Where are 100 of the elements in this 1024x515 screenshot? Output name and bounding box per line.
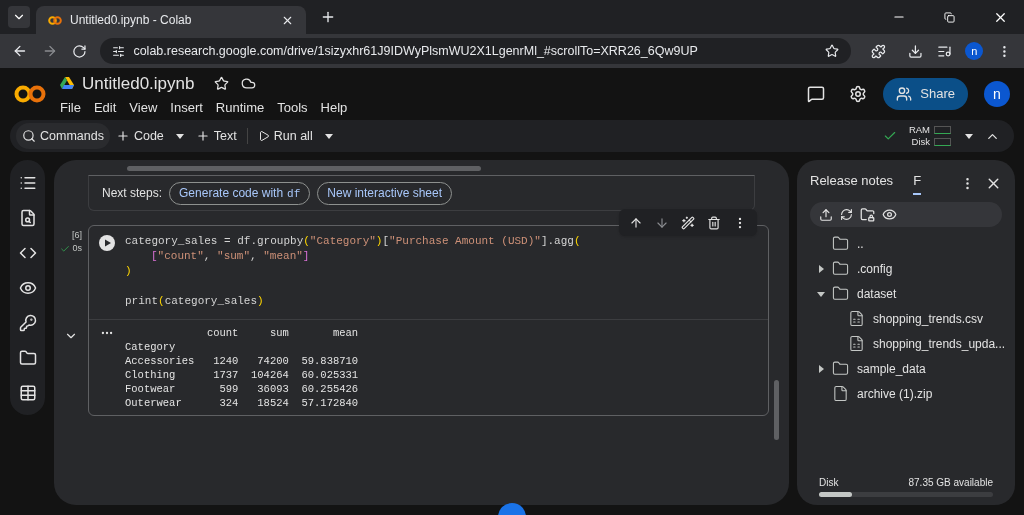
panel-tab[interactable]: Release notes	[810, 171, 894, 195]
menu-item[interactable]: Runtime	[215, 98, 265, 118]
colab-logo-icon[interactable]	[14, 85, 46, 103]
file-name[interactable]: archive (1).zip	[857, 384, 933, 403]
check-icon	[882, 129, 897, 143]
vertical-scrollbar[interactable]	[774, 380, 779, 440]
execution-count: [6]	[72, 229, 82, 242]
execution-time: 0s	[72, 242, 82, 255]
new-tab-icon[interactable]	[320, 9, 336, 25]
file-name[interactable]: shopping_trends_upda...	[873, 334, 1006, 353]
star-icon[interactable]	[825, 44, 839, 58]
plus-icon	[115, 129, 130, 143]
play-icon	[257, 130, 270, 142]
output-line: Footwear 599 36093 60.255426	[125, 382, 359, 396]
comments-icon[interactable]	[807, 85, 826, 103]
cloud-icon	[241, 75, 257, 91]
code-cell[interactable]	[88, 225, 769, 416]
reload-icon[interactable]	[71, 43, 87, 59]
plus-icon	[195, 129, 210, 143]
drive-icon	[60, 77, 74, 90]
file-name[interactable]: dataset	[857, 284, 897, 303]
menu-item[interactable]: File	[60, 98, 81, 118]
file-icon	[832, 385, 849, 402]
output-line: Clothing 1737 104264 60.025331	[125, 368, 359, 382]
file-name[interactable]: sample_data	[857, 359, 926, 378]
caret-icon[interactable]	[817, 264, 825, 273]
wand-icon[interactable]	[681, 215, 695, 230]
file-name[interactable]: .config	[857, 259, 893, 278]
move-up-icon[interactable]	[629, 215, 643, 230]
horizontal-scrollbar[interactable]	[127, 166, 481, 171]
url-text: colab.research.google.com/drive/1sizyxhr61J9IDWyPlsmWU2X1LgenrMl_#scrollTo=XRR26_6Qw9UP	[133, 42, 699, 60]
eye-icon[interactable]	[882, 207, 897, 222]
caret-icon[interactable]	[817, 364, 825, 373]
colab-logo-icon	[48, 15, 62, 25]
move-down-icon[interactable]	[655, 215, 669, 230]
search-icon	[22, 129, 36, 143]
back-icon[interactable]	[12, 43, 28, 59]
menu-item[interactable]: Edit	[93, 98, 117, 118]
output-line: Outerwear 324 18524 57.172840	[125, 396, 359, 410]
account-avatar[interactable]: n	[984, 81, 1010, 107]
download-icon[interactable]	[907, 43, 923, 59]
site-info-icon[interactable]	[112, 44, 126, 58]
output-line: Accessories 1240 74200 59.838710	[125, 354, 359, 368]
menu-item[interactable]: Help	[320, 98, 348, 118]
csv-icon	[848, 335, 865, 352]
upload-icon[interactable]	[819, 207, 833, 222]
run-cell-icon[interactable]	[99, 235, 115, 251]
key-icon[interactable]	[18, 314, 37, 332]
csv-icon	[848, 310, 865, 327]
profile-avatar[interactable]: n	[965, 42, 984, 60]
panel-tab[interactable]: F	[913, 171, 922, 195]
browser-tab[interactable]: Untitled0.ipynb - Colab	[36, 6, 306, 34]
share-button[interactable]: Share	[883, 78, 968, 110]
commands-button[interactable]: Commands	[16, 123, 110, 149]
disk-reading: 87.35 GB available	[908, 476, 993, 490]
menu-item[interactable]: Tools	[277, 98, 308, 118]
code-line: print(category_sales)	[125, 294, 264, 309]
disk-meter-icon	[934, 138, 951, 146]
add-text-button[interactable]: Text	[195, 126, 237, 146]
check-icon	[60, 243, 71, 254]
people-icon	[896, 86, 913, 102]
menu-item[interactable]: View	[129, 98, 158, 118]
resources-indicator[interactable]: RAM Disk	[908, 124, 951, 148]
notebook-title[interactable]: Untitled0.ipynb	[82, 70, 195, 96]
folder-icon	[832, 285, 849, 302]
address-bar[interactable]: colab.research.google.com/drive/1sizyxhr61J9IDWyPlsmWU2X1LgenrMl_#scrollTo=XRR26_6Qw9UP	[100, 38, 851, 64]
code-line: )	[125, 264, 132, 279]
table-icon[interactable]	[18, 384, 37, 402]
next-steps-label: Next steps:	[102, 185, 163, 202]
tab-title: Untitled0.ipynb - Colab	[70, 12, 193, 29]
code-line: ["count", "sum", "mean"]	[151, 249, 310, 264]
delete-icon[interactable]	[707, 215, 721, 230]
restore-icon[interactable]	[944, 11, 955, 23]
ram-label: RAM	[908, 124, 930, 136]
run-all-button[interactable]: Run all	[257, 126, 313, 146]
dropdown-icon[interactable]	[175, 133, 184, 139]
disk-label: Disk	[819, 476, 839, 490]
disk-label: Disk	[910, 136, 930, 148]
star-icon[interactable]	[214, 75, 230, 91]
dropdown-icon[interactable]	[965, 133, 973, 139]
table-of-contents-icon[interactable]	[18, 174, 37, 192]
menu-item[interactable]: Insert	[170, 98, 203, 118]
file-name[interactable]: ..	[857, 234, 864, 253]
ram-meter-icon	[934, 126, 951, 134]
caret-icon[interactable]	[817, 289, 825, 298]
output-line: count sum mean	[205, 326, 359, 340]
settings-icon[interactable]	[849, 85, 868, 103]
eye-icon[interactable]	[18, 279, 37, 297]
folder-icon	[832, 235, 849, 252]
find-icon[interactable]	[18, 209, 37, 227]
refresh-icon[interactable]	[840, 208, 853, 221]
tab-list-icon[interactable]	[8, 6, 30, 28]
file-name[interactable]: shopping_trends.csv	[873, 309, 984, 328]
extensions-icon[interactable]	[871, 43, 886, 59]
dropdown-icon[interactable]	[324, 133, 333, 139]
folder-lock-icon[interactable]	[860, 207, 875, 222]
code-line: category_sales = df.groupby("Category")["Purchase Amount (USD)"].agg(	[125, 234, 581, 249]
add-code-button[interactable]: Code	[115, 126, 164, 146]
folder-icon[interactable]	[18, 349, 37, 367]
folder-icon	[832, 360, 849, 377]
